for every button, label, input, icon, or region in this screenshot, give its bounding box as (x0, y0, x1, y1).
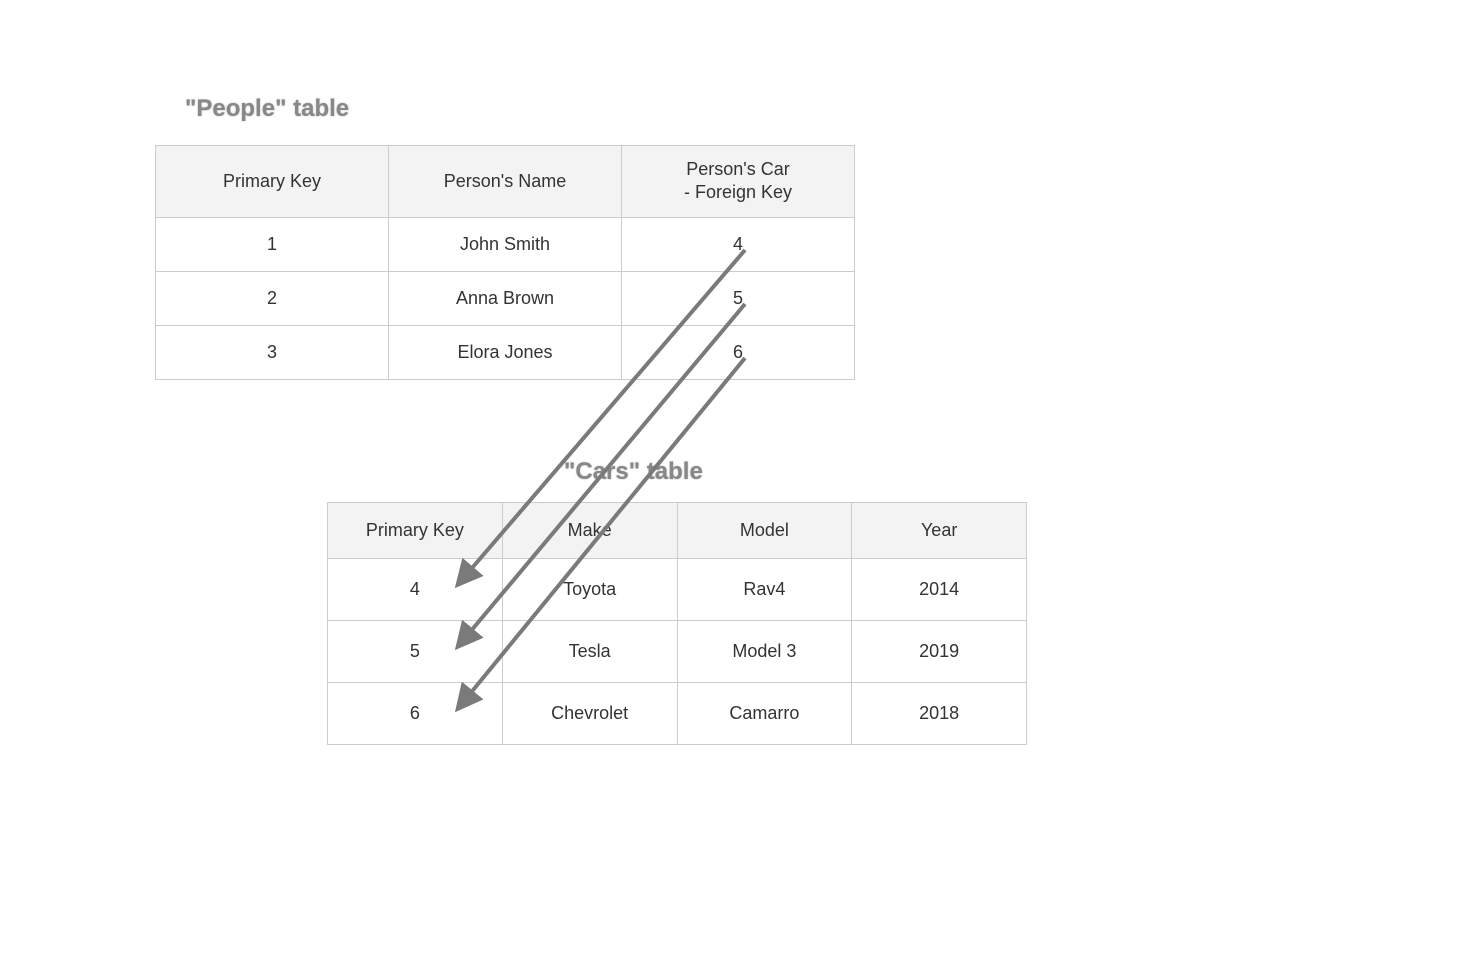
cars-cell-year: 2018 (852, 683, 1027, 745)
people-cell-name: Elora Jones (389, 325, 622, 379)
table-row: 2 Anna Brown 5 (156, 271, 855, 325)
cars-cell-make: Toyota (502, 559, 677, 621)
cars-cell-model: Model 3 (677, 621, 852, 683)
people-cell-fk: 5 (622, 271, 855, 325)
people-cell-fk: 6 (622, 325, 855, 379)
cars-cell-model: Camarro (677, 683, 852, 745)
table-row: 5 Tesla Model 3 2019 (328, 621, 1027, 683)
cars-table-title: "Cars" table (564, 458, 703, 486)
people-table: Primary Key Person's Name Person's Car -… (155, 145, 855, 380)
cars-cell-year: 2014 (852, 559, 1027, 621)
table-row: 3 Elora Jones 6 (156, 325, 855, 379)
cars-header-pk: Primary Key (328, 503, 503, 559)
people-header-name: Person's Name (389, 146, 622, 218)
people-cell-name: John Smith (389, 217, 622, 271)
cars-cell-year: 2019 (852, 621, 1027, 683)
cars-cell-model: Rav4 (677, 559, 852, 621)
cars-cell-pk: 4 (328, 559, 503, 621)
cars-table: Primary Key Make Model Year 4 Toyota Rav… (327, 502, 1027, 745)
cars-header-make: Make (502, 503, 677, 559)
cars-cell-make: Chevrolet (502, 683, 677, 745)
cars-cell-pk: 6 (328, 683, 503, 745)
people-header-fk: Person's Car - Foreign Key (622, 146, 855, 218)
table-row: 6 Chevrolet Camarro 2018 (328, 683, 1027, 745)
people-cell-fk: 4 (622, 217, 855, 271)
cars-header-model: Model (677, 503, 852, 559)
people-cell-pk: 1 (156, 217, 389, 271)
people-header-pk: Primary Key (156, 146, 389, 218)
people-table-title: "People" table (185, 95, 349, 123)
table-row: 4 Toyota Rav4 2014 (328, 559, 1027, 621)
cars-cell-pk: 5 (328, 621, 503, 683)
people-cell-pk: 3 (156, 325, 389, 379)
people-cell-name: Anna Brown (389, 271, 622, 325)
people-cell-pk: 2 (156, 271, 389, 325)
cars-cell-make: Tesla (502, 621, 677, 683)
cars-header-year: Year (852, 503, 1027, 559)
table-row: 1 John Smith 4 (156, 217, 855, 271)
